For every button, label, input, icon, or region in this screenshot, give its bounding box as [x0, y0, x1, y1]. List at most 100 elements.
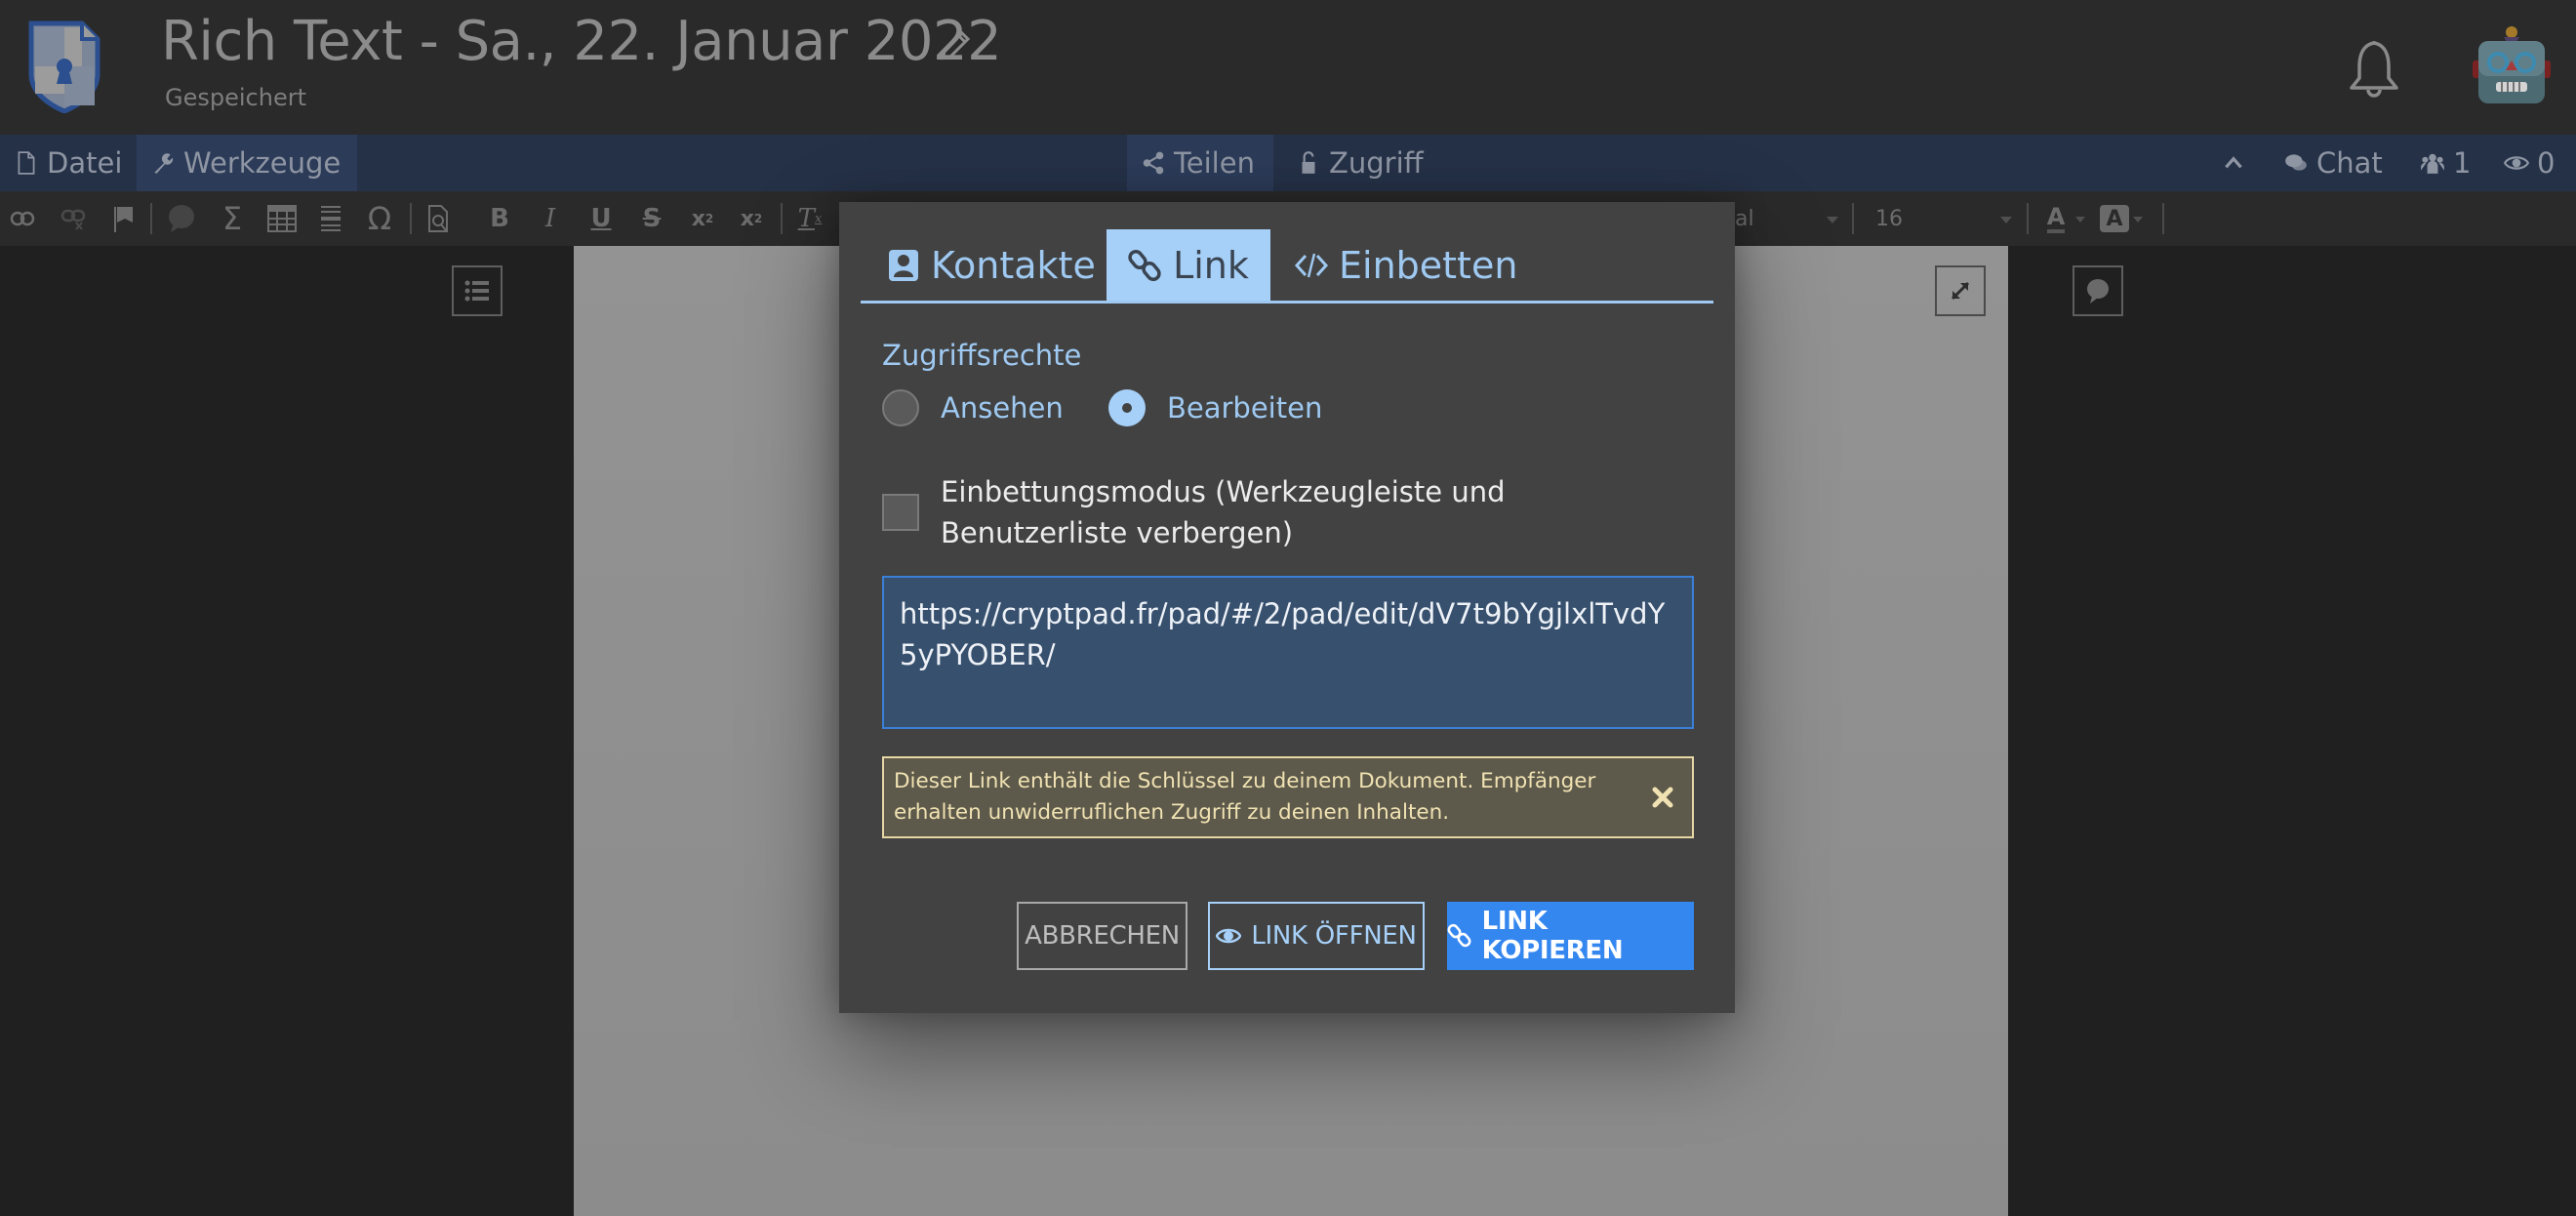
bell-icon[interactable] [2346, 39, 2402, 100]
eye-icon [2504, 156, 2529, 170]
radio-view-circle[interactable] [882, 389, 919, 426]
table-icon[interactable] [265, 201, 299, 236]
users-icon [2421, 153, 2444, 174]
link-warning-text: Dieser Link enthält die Schlüssel zu dei… [894, 769, 1596, 825]
save-status: Gespeichert [165, 84, 306, 111]
comments-toggle-button[interactable] [2073, 265, 2123, 316]
tab-embed[interactable]: Einbetten [1282, 229, 1529, 301]
copy-link-button[interactable]: LINK KOPIEREN [1447, 902, 1694, 970]
users-count[interactable]: 1 [2406, 135, 2484, 191]
cancel-button-label: ABBRECHEN [1025, 921, 1180, 951]
menu-share-label: Teilen [1174, 146, 1255, 180]
text-color-caret-icon [2075, 217, 2085, 223]
font-size-caret-icon [2000, 217, 2012, 223]
contacts-icon [889, 249, 918, 281]
radio-edit-circle[interactable] [1108, 389, 1146, 426]
link-icon[interactable] [6, 201, 39, 236]
pencil-icon[interactable] [939, 27, 974, 62]
expand-icon [1951, 281, 1970, 301]
background-color-caret-icon [2133, 217, 2143, 223]
tab-link-label: Link [1173, 243, 1249, 287]
embed-mode-option[interactable]: Einbettungsmodus (Werkzeugleiste und Ben… [882, 471, 1692, 553]
text-color-icon[interactable]: A [2039, 201, 2073, 236]
unlink-icon[interactable] [57, 201, 90, 236]
robot-avatar-icon[interactable] [2471, 23, 2553, 105]
font-family-value: al [1735, 206, 1754, 231]
toolbar-separator [150, 203, 152, 234]
toolbar-separator [781, 203, 783, 234]
chevron-up-icon [2225, 156, 2242, 169]
preview-icon[interactable] [422, 201, 455, 236]
collapse-toolbar-button[interactable] [2207, 135, 2260, 191]
menu-access-label: Zugriff [1329, 146, 1424, 180]
radio-view[interactable]: Ansehen [882, 389, 1064, 426]
tab-link[interactable]: Link [1107, 229, 1270, 301]
background-color-icon[interactable]: A [2100, 205, 2129, 232]
chat-button[interactable]: Chat [2270, 135, 2396, 191]
lock-icon [1302, 151, 1315, 174]
toolbar-separator [1852, 203, 1854, 234]
radio-view-label: Ansehen [941, 391, 1064, 425]
access-rights-label: Zugriffsrechte [882, 339, 1082, 372]
share-link-field[interactable]: https://cryptpad.fr/pad/#/2/pad/edit/dV7… [882, 576, 1694, 729]
menu-file[interactable]: Datei [0, 135, 136, 191]
comment-bubble-icon [2087, 279, 2109, 304]
viewers-count-value: 0 [2537, 146, 2556, 180]
menu-share[interactable]: Teilen [1127, 135, 1273, 191]
embed-mode-label: Einbettungsmodus (Werkzeugleiste und Ben… [941, 475, 1506, 549]
link-warning-alert: Dieser Link enthält die Schlüssel zu dei… [882, 756, 1694, 838]
chat-icon [2285, 154, 2307, 171]
code-icon [1294, 253, 1329, 277]
tab-embed-label: Einbetten [1339, 243, 1518, 287]
font-family-caret-icon [1827, 217, 1838, 223]
math-sigma-icon[interactable]: Σ [217, 200, 248, 237]
users-count-value: 1 [2453, 146, 2472, 180]
toolbar-separator [2162, 203, 2164, 234]
fullscreen-button[interactable] [1935, 265, 1986, 316]
wrench-icon [154, 153, 174, 174]
strikethrough-button[interactable]: S [636, 201, 667, 236]
link-icon [1447, 923, 1471, 948]
subscript-button[interactable]: x2 [685, 201, 720, 236]
italic-button[interactable]: I [535, 201, 566, 236]
horizontal-rule-icon[interactable] [316, 201, 345, 236]
close-icon[interactable] [1647, 782, 1678, 813]
outline-toggle-button[interactable] [452, 265, 503, 316]
toolbar-separator [2027, 203, 2029, 234]
menu-access[interactable]: Zugriff [1282, 135, 1437, 191]
list-icon [464, 280, 489, 302]
special-character-icon[interactable]: Ω [363, 200, 396, 237]
cancel-button[interactable]: ABBRECHEN [1017, 902, 1187, 970]
document-title[interactable]: Rich Text - Sa., 22. Januar 2022 [161, 10, 1002, 73]
radio-edit[interactable]: Bearbeiten [1108, 389, 1322, 426]
chat-label: Chat [2316, 146, 2383, 180]
font-size-value: 16 [1875, 206, 1903, 231]
copy-link-button-label: LINK KOPIEREN [1481, 907, 1624, 965]
share-tabs: Kontakte Link Einbetten [861, 222, 1713, 304]
superscript-button[interactable]: x2 [734, 201, 769, 236]
cryptpad-logo-icon[interactable] [27, 20, 101, 113]
eye-icon [1216, 928, 1242, 944]
file-icon [18, 151, 35, 175]
share-icon [1143, 151, 1164, 175]
toolbar-separator [410, 203, 412, 234]
menu-file-label: Datei [47, 146, 123, 180]
underline-button[interactable]: U [585, 201, 617, 236]
font-size-select[interactable]: 16 [1875, 201, 2012, 236]
comment-icon[interactable] [164, 201, 199, 236]
radio-edit-label: Bearbeiten [1167, 391, 1323, 425]
anchor-flag-icon[interactable] [109, 201, 139, 236]
link-icon [1128, 249, 1161, 281]
viewers-count[interactable]: 0 [2490, 135, 2568, 191]
bold-button[interactable]: B [484, 201, 515, 236]
menu-tools-label: Werkzeuge [183, 146, 342, 180]
open-link-button[interactable]: LINK ÖFFNEN [1208, 902, 1425, 970]
menu-tools[interactable]: Werkzeuge [137, 135, 357, 191]
embed-mode-checkbox[interactable] [882, 494, 919, 531]
tab-contacts[interactable]: Kontakte [874, 229, 1107, 301]
remove-format-button[interactable]: Tx [792, 201, 827, 236]
share-dialog: Kontakte Link Einbetten Zugriffsrechte A… [839, 202, 1735, 1013]
menu-bar: Datei Werkzeuge Teilen Zugriff Chat 1 0 [0, 135, 2576, 191]
tab-contacts-label: Kontakte [931, 243, 1096, 287]
open-link-button-label: LINK ÖFFNEN [1251, 921, 1417, 951]
